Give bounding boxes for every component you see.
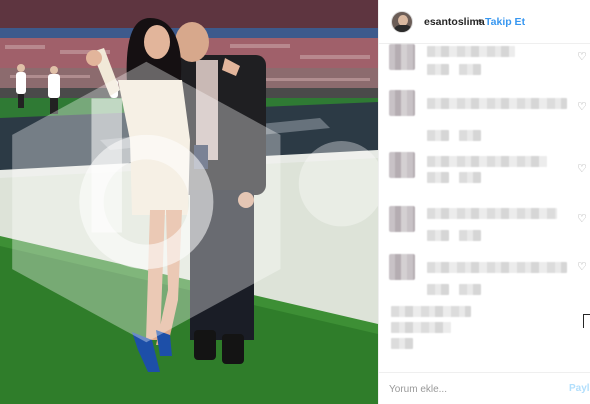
comment-meta-blurred [459,284,481,295]
post-comment-button[interactable]: Paylaş [569,383,590,394]
heart-icon[interactable]: ♡ [577,214,587,225]
comment-avatar[interactable] [389,152,415,178]
comment-item: ♡ [379,44,590,92]
post-photo[interactable] [0,0,378,404]
comment-meta-blurred [459,172,481,183]
comment-text-blurred [427,262,567,273]
post-header: esantoslima • Takip Et [379,0,590,44]
comment-item: ♡ [379,152,590,200]
comment-meta-blurred [459,64,481,75]
comment-meta-blurred [427,284,449,295]
comment-item: ♡ [379,206,590,254]
comment-text-blurred [427,208,557,219]
user-avatar[interactable] [391,11,413,33]
comment-avatar[interactable] [389,44,415,70]
comment-composer: Paylaş [379,372,590,404]
comment-meta-blurred [427,230,449,241]
heart-icon[interactable]: ♡ [577,262,587,273]
comment-meta-blurred [427,172,449,183]
comment-meta-blurred [459,230,481,241]
comment-text-blurred [391,306,471,317]
watermark-logo [12,61,378,343]
comment-meta-blurred [391,338,413,349]
comment-avatar[interactable] [389,206,415,232]
comment-text-blurred [427,98,567,109]
comment-item [379,306,590,354]
comment-text-blurred [427,156,547,167]
comment-list: ♡ ♡ ♡ ♡ ♡ [379,44,590,364]
header-separator: • [478,15,482,27]
post-sidebar: esantoslima • Takip Et ♡ ♡ ♡ ♡ ♡ Yorum e… [378,0,590,404]
comment-avatar[interactable] [389,90,415,116]
follow-button[interactable]: Takip Et [485,16,525,28]
comment-item: ♡ [379,90,590,141]
heart-icon[interactable]: ♡ [577,164,587,175]
comment-avatar[interactable] [389,254,415,280]
comment-author-blurred[interactable] [427,46,515,57]
heart-icon[interactable]: ♡ [577,52,587,63]
heart-icon[interactable]: ♡ [577,102,587,113]
avatar-body [394,25,412,32]
comment-item: ♡ [379,254,590,302]
comment-text-blurred [391,322,451,333]
username-link[interactable]: esantoslima [424,16,485,28]
comment-meta-blurred [427,64,449,75]
comment-meta-blurred [427,130,449,141]
comment-input[interactable] [389,382,559,396]
comment-meta-blurred [459,130,481,141]
bookmark-icon[interactable] [583,314,590,328]
